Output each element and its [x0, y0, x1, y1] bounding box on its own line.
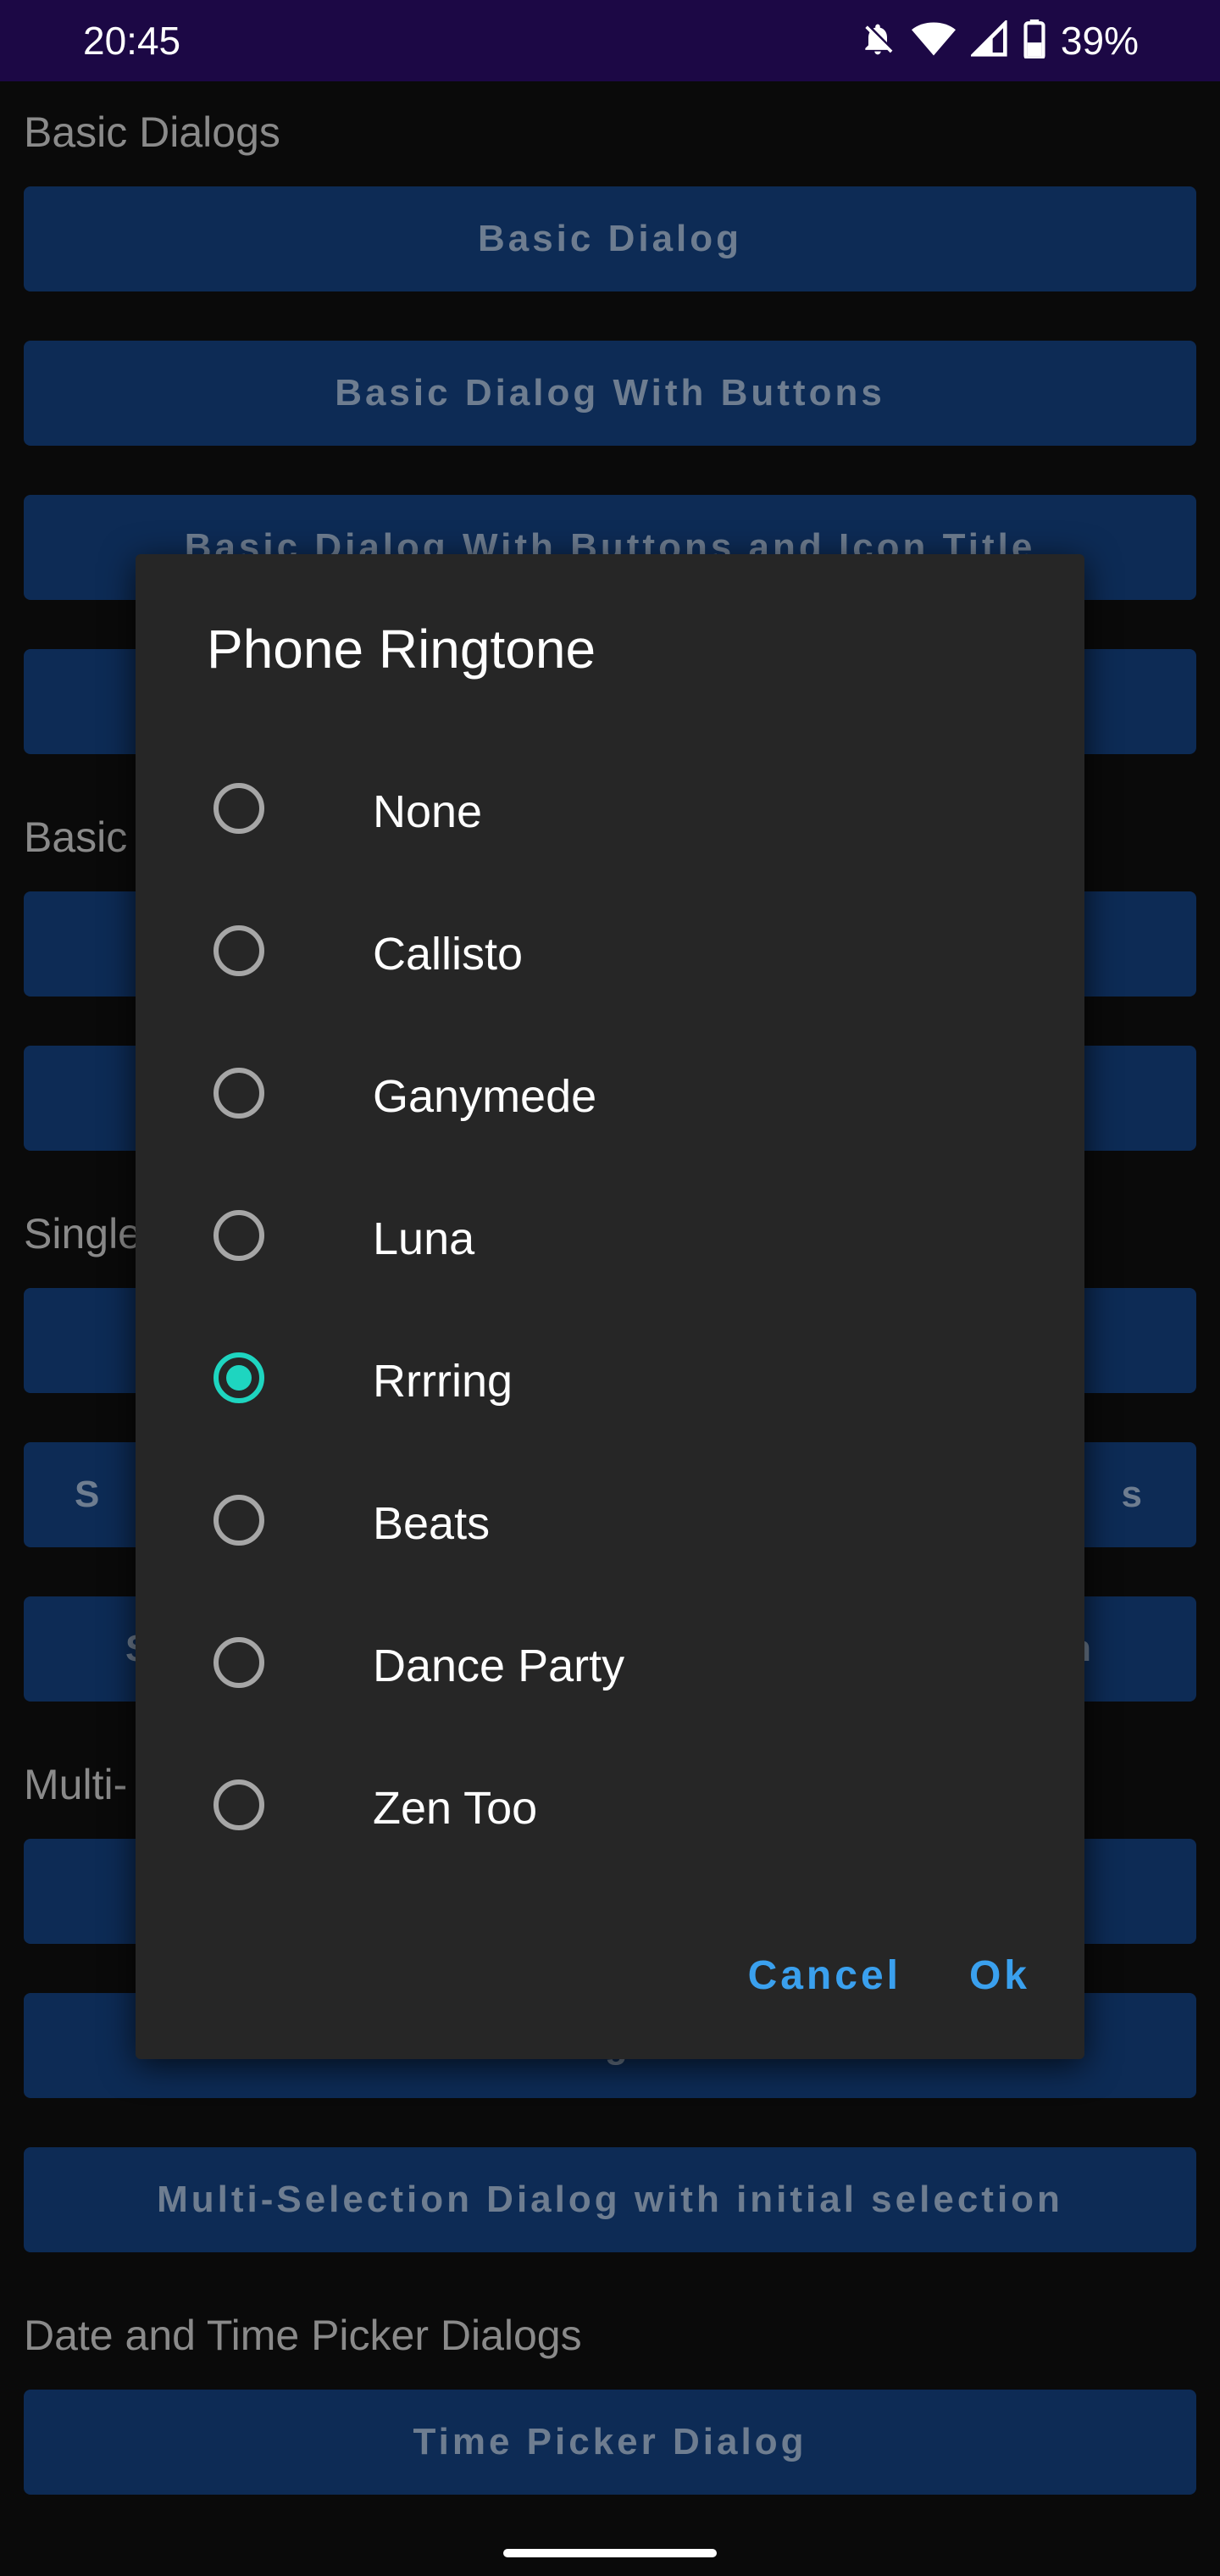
option-label: Rrrring [373, 1356, 513, 1407]
dialog-actions: Cancel Ok [714, 1934, 1084, 2018]
status-bar: 20:45 39% [0, 0, 1220, 81]
option-label: Beats [373, 1498, 491, 1549]
battery-icon [1023, 19, 1045, 63]
radio-unchecked-icon[interactable] [214, 1068, 264, 1119]
bell-off-icon [859, 20, 896, 62]
status-time: 20:45 [83, 19, 181, 63]
dialog-title: Phone Ringtone [207, 619, 596, 680]
option-label: Callisto [373, 929, 524, 980]
wifi-icon [911, 20, 956, 62]
status-icons: 39% [859, 18, 1139, 63]
option-zen-too[interactable]: Zen Too [136, 1737, 1084, 1879]
option-rrrring[interactable]: Rrrring [136, 1310, 1084, 1452]
option-dance-party[interactable]: Dance Party [136, 1595, 1084, 1737]
radio-checked-icon[interactable] [214, 1352, 264, 1403]
option-beats[interactable]: Beats [136, 1452, 1084, 1595]
option-ganymede[interactable]: Ganymede [136, 1025, 1084, 1168]
option-callisto[interactable]: Callisto [136, 883, 1084, 1025]
battery-percentage: 39% [1060, 19, 1139, 63]
radio-unchecked-icon[interactable] [214, 925, 264, 976]
option-none[interactable]: None [136, 741, 1084, 883]
cancel-button[interactable]: Cancel [714, 1934, 935, 2018]
radio-unchecked-icon[interactable] [214, 783, 264, 834]
signal-icon [969, 18, 1008, 62]
option-luna[interactable]: Luna [136, 1168, 1084, 1310]
option-label: Dance Party [373, 1641, 625, 1691]
radio-unchecked-icon[interactable] [214, 1637, 264, 1688]
option-label: None [373, 786, 483, 837]
radio-unchecked-icon[interactable] [214, 1210, 264, 1261]
option-label: Zen Too [373, 1783, 538, 1834]
home-indicator[interactable] [503, 2549, 717, 2557]
radio-unchecked-icon[interactable] [214, 1495, 264, 1546]
radio-unchecked-icon[interactable] [214, 1779, 264, 1830]
ringtone-dialog: Phone Ringtone None Callisto Ganymede Lu… [136, 554, 1084, 2059]
ok-button[interactable]: Ok [935, 1934, 1064, 2018]
option-label: Ganymede [373, 1071, 597, 1122]
option-label: Luna [373, 1213, 475, 1264]
